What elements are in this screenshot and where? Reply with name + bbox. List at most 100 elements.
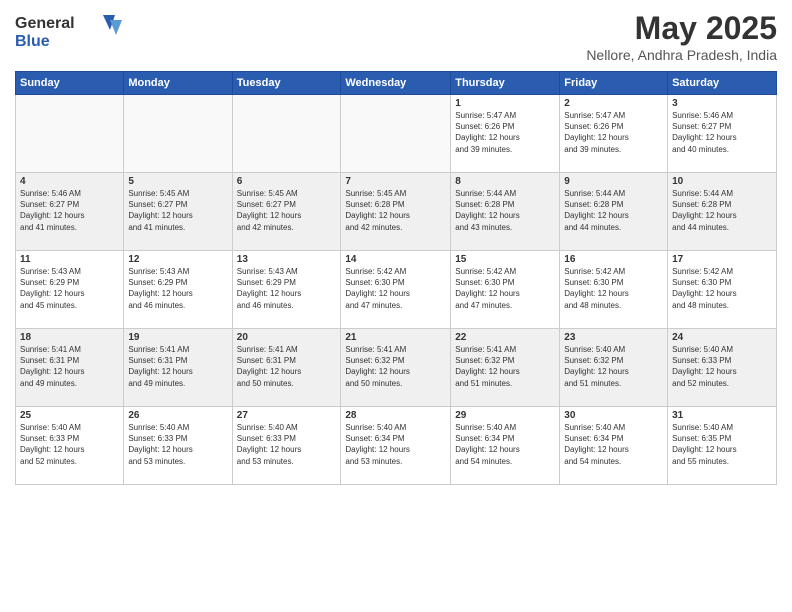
day-info: Sunrise: 5:40 AM Sunset: 6:34 PM Dayligh… (455, 422, 555, 467)
calendar-day: 27Sunrise: 5:40 AM Sunset: 6:33 PM Dayli… (232, 407, 341, 485)
day-info: Sunrise: 5:47 AM Sunset: 6:26 PM Dayligh… (564, 110, 663, 155)
day-info: Sunrise: 5:41 AM Sunset: 6:31 PM Dayligh… (20, 344, 119, 389)
day-number: 15 (455, 254, 555, 265)
calendar: Sunday Monday Tuesday Wednesday Thursday… (15, 71, 777, 485)
calendar-day (341, 95, 451, 173)
day-number: 24 (672, 332, 772, 343)
col-thursday: Thursday (451, 72, 560, 95)
calendar-day: 13Sunrise: 5:43 AM Sunset: 6:29 PM Dayli… (232, 251, 341, 329)
day-info: Sunrise: 5:40 AM Sunset: 6:33 PM Dayligh… (237, 422, 337, 467)
calendar-day: 19Sunrise: 5:41 AM Sunset: 6:31 PM Dayli… (124, 329, 232, 407)
calendar-day: 14Sunrise: 5:42 AM Sunset: 6:30 PM Dayli… (341, 251, 451, 329)
day-number: 20 (237, 332, 337, 343)
calendar-day: 1Sunrise: 5:47 AM Sunset: 6:26 PM Daylig… (451, 95, 560, 173)
day-info: Sunrise: 5:43 AM Sunset: 6:29 PM Dayligh… (237, 266, 337, 311)
calendar-day: 3Sunrise: 5:46 AM Sunset: 6:27 PM Daylig… (668, 95, 777, 173)
calendar-week-1: 1Sunrise: 5:47 AM Sunset: 6:26 PM Daylig… (16, 95, 777, 173)
month-year: May 2025 (586, 10, 777, 47)
col-wednesday: Wednesday (341, 72, 451, 95)
calendar-day (124, 95, 232, 173)
calendar-day: 16Sunrise: 5:42 AM Sunset: 6:30 PM Dayli… (560, 251, 668, 329)
calendar-day: 8Sunrise: 5:44 AM Sunset: 6:28 PM Daylig… (451, 173, 560, 251)
logo: General Blue (15, 10, 125, 55)
day-number: 22 (455, 332, 555, 343)
day-info: Sunrise: 5:45 AM Sunset: 6:28 PM Dayligh… (345, 188, 446, 233)
day-number: 28 (345, 410, 446, 421)
day-info: Sunrise: 5:40 AM Sunset: 6:32 PM Dayligh… (564, 344, 663, 389)
day-info: Sunrise: 5:45 AM Sunset: 6:27 PM Dayligh… (237, 188, 337, 233)
day-info: Sunrise: 5:40 AM Sunset: 6:35 PM Dayligh… (672, 422, 772, 467)
day-number: 9 (564, 176, 663, 187)
calendar-day: 20Sunrise: 5:41 AM Sunset: 6:31 PM Dayli… (232, 329, 341, 407)
calendar-day: 23Sunrise: 5:40 AM Sunset: 6:32 PM Dayli… (560, 329, 668, 407)
calendar-day: 5Sunrise: 5:45 AM Sunset: 6:27 PM Daylig… (124, 173, 232, 251)
page: General Blue May 2025 Nellore, Andhra Pr… (0, 0, 792, 612)
day-number: 21 (345, 332, 446, 343)
calendar-day: 10Sunrise: 5:44 AM Sunset: 6:28 PM Dayli… (668, 173, 777, 251)
day-number: 30 (564, 410, 663, 421)
calendar-day: 30Sunrise: 5:40 AM Sunset: 6:34 PM Dayli… (560, 407, 668, 485)
day-number: 17 (672, 254, 772, 265)
calendar-day: 21Sunrise: 5:41 AM Sunset: 6:32 PM Dayli… (341, 329, 451, 407)
day-info: Sunrise: 5:42 AM Sunset: 6:30 PM Dayligh… (345, 266, 446, 311)
calendar-day: 15Sunrise: 5:42 AM Sunset: 6:30 PM Dayli… (451, 251, 560, 329)
day-number: 18 (20, 332, 119, 343)
calendar-day: 18Sunrise: 5:41 AM Sunset: 6:31 PM Dayli… (16, 329, 124, 407)
col-friday: Friday (560, 72, 668, 95)
day-number: 19 (128, 332, 227, 343)
svg-text:General: General (15, 15, 75, 32)
col-monday: Monday (124, 72, 232, 95)
day-number: 29 (455, 410, 555, 421)
location: Nellore, Andhra Pradesh, India (586, 47, 777, 63)
day-number: 3 (672, 98, 772, 109)
day-info: Sunrise: 5:40 AM Sunset: 6:34 PM Dayligh… (345, 422, 446, 467)
day-info: Sunrise: 5:40 AM Sunset: 6:33 PM Dayligh… (20, 422, 119, 467)
day-info: Sunrise: 5:44 AM Sunset: 6:28 PM Dayligh… (455, 188, 555, 233)
calendar-day: 29Sunrise: 5:40 AM Sunset: 6:34 PM Dayli… (451, 407, 560, 485)
calendar-day: 4Sunrise: 5:46 AM Sunset: 6:27 PM Daylig… (16, 173, 124, 251)
calendar-day: 24Sunrise: 5:40 AM Sunset: 6:33 PM Dayli… (668, 329, 777, 407)
day-info: Sunrise: 5:46 AM Sunset: 6:27 PM Dayligh… (672, 110, 772, 155)
day-number: 16 (564, 254, 663, 265)
day-info: Sunrise: 5:40 AM Sunset: 6:34 PM Dayligh… (564, 422, 663, 467)
day-info: Sunrise: 5:42 AM Sunset: 6:30 PM Dayligh… (455, 266, 555, 311)
day-number: 13 (237, 254, 337, 265)
calendar-day: 31Sunrise: 5:40 AM Sunset: 6:35 PM Dayli… (668, 407, 777, 485)
day-info: Sunrise: 5:40 AM Sunset: 6:33 PM Dayligh… (672, 344, 772, 389)
col-sunday: Sunday (16, 72, 124, 95)
calendar-day: 17Sunrise: 5:42 AM Sunset: 6:30 PM Dayli… (668, 251, 777, 329)
day-number: 5 (128, 176, 227, 187)
day-info: Sunrise: 5:47 AM Sunset: 6:26 PM Dayligh… (455, 110, 555, 155)
day-info: Sunrise: 5:44 AM Sunset: 6:28 PM Dayligh… (564, 188, 663, 233)
day-number: 26 (128, 410, 227, 421)
day-number: 12 (128, 254, 227, 265)
header-row: Sunday Monday Tuesday Wednesday Thursday… (16, 72, 777, 95)
calendar-day: 2Sunrise: 5:47 AM Sunset: 6:26 PM Daylig… (560, 95, 668, 173)
day-number: 31 (672, 410, 772, 421)
day-number: 4 (20, 176, 119, 187)
day-info: Sunrise: 5:43 AM Sunset: 6:29 PM Dayligh… (20, 266, 119, 311)
col-tuesday: Tuesday (232, 72, 341, 95)
day-number: 7 (345, 176, 446, 187)
calendar-day (16, 95, 124, 173)
day-info: Sunrise: 5:44 AM Sunset: 6:28 PM Dayligh… (672, 188, 772, 233)
day-number: 14 (345, 254, 446, 265)
calendar-day (232, 95, 341, 173)
day-number: 8 (455, 176, 555, 187)
logo-text: General Blue (15, 10, 125, 55)
calendar-day: 11Sunrise: 5:43 AM Sunset: 6:29 PM Dayli… (16, 251, 124, 329)
day-info: Sunrise: 5:41 AM Sunset: 6:32 PM Dayligh… (345, 344, 446, 389)
calendar-week-3: 11Sunrise: 5:43 AM Sunset: 6:29 PM Dayli… (16, 251, 777, 329)
day-info: Sunrise: 5:40 AM Sunset: 6:33 PM Dayligh… (128, 422, 227, 467)
calendar-day: 9Sunrise: 5:44 AM Sunset: 6:28 PM Daylig… (560, 173, 668, 251)
day-info: Sunrise: 5:45 AM Sunset: 6:27 PM Dayligh… (128, 188, 227, 233)
calendar-day: 26Sunrise: 5:40 AM Sunset: 6:33 PM Dayli… (124, 407, 232, 485)
day-info: Sunrise: 5:41 AM Sunset: 6:32 PM Dayligh… (455, 344, 555, 389)
svg-text:Blue: Blue (15, 33, 50, 50)
calendar-day: 6Sunrise: 5:45 AM Sunset: 6:27 PM Daylig… (232, 173, 341, 251)
day-info: Sunrise: 5:41 AM Sunset: 6:31 PM Dayligh… (237, 344, 337, 389)
day-info: Sunrise: 5:42 AM Sunset: 6:30 PM Dayligh… (672, 266, 772, 311)
day-number: 23 (564, 332, 663, 343)
calendar-week-2: 4Sunrise: 5:46 AM Sunset: 6:27 PM Daylig… (16, 173, 777, 251)
col-saturday: Saturday (668, 72, 777, 95)
